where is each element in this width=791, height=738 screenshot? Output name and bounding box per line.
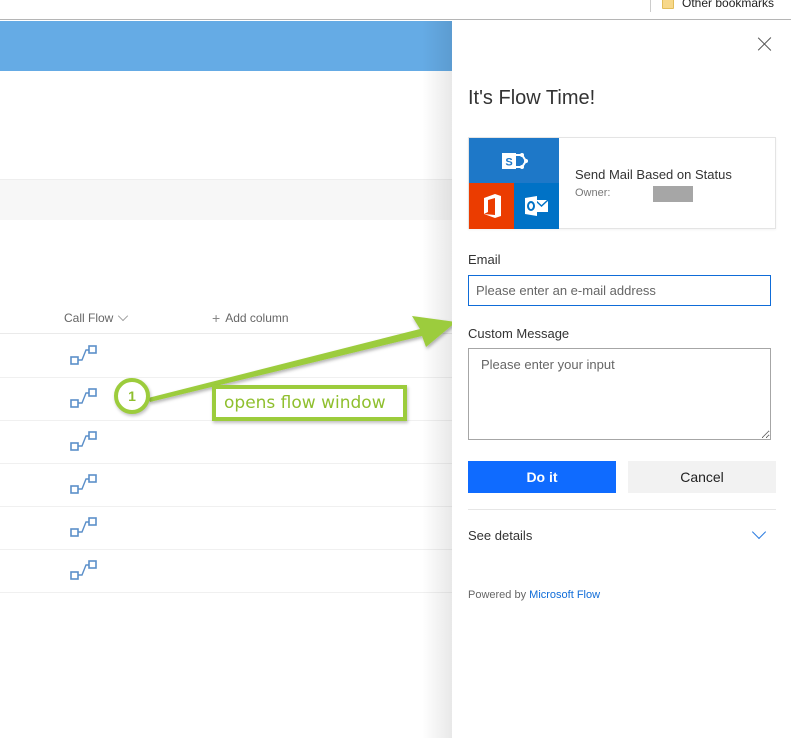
flow-panel: It's Flow Time! S Send Mail Based on Sta: [452, 21, 791, 738]
owner-value-redacted: [653, 186, 693, 202]
powered-by-prefix: Powered by: [468, 589, 527, 601]
owner-label: Owner:: [575, 187, 611, 199]
annotation-step-badge: 1: [114, 378, 150, 414]
email-input[interactable]: [468, 275, 771, 306]
email-label: Email: [468, 252, 501, 267]
flow-connector-icon[interactable]: [69, 558, 99, 582]
flow-name: Send Mail Based on Status: [575, 167, 732, 182]
sharepoint-icon: S: [469, 138, 559, 183]
bookmarks-bar: Other bookmarks: [0, 0, 791, 20]
suite-bar: [0, 21, 452, 71]
chevron-down-icon: [751, 524, 767, 540]
cancel-button[interactable]: Cancel: [628, 461, 776, 493]
plus-icon: +: [212, 310, 221, 326]
other-bookmarks-label: Other bookmarks: [682, 0, 775, 10]
office-icon: [469, 183, 514, 229]
flow-connector-icon[interactable]: [69, 515, 99, 539]
divider: [468, 509, 776, 510]
see-details-toggle[interactable]: See details: [468, 524, 768, 547]
list-row: [0, 507, 452, 550]
list-row: [0, 464, 452, 507]
list-row: [0, 550, 452, 593]
bookmarks-separator: [650, 0, 651, 12]
column-header-call-flow[interactable]: Call Flow: [64, 310, 129, 325]
microsoft-flow-link[interactable]: Microsoft Flow: [529, 589, 600, 601]
add-column-label: Add column: [225, 311, 289, 325]
column-header-label: Call Flow: [64, 311, 114, 325]
close-icon[interactable]: [756, 35, 774, 53]
flow-connector-icon[interactable]: [69, 343, 99, 367]
flow-connector-icon[interactable]: [69, 472, 99, 496]
svg-text:S: S: [505, 156, 512, 168]
folder-icon: [662, 0, 674, 9]
chevron-down-icon: [118, 310, 129, 321]
list-rows: [0, 335, 452, 593]
list-header: Call Flow + Add column: [0, 306, 452, 334]
panel-title: It's Flow Time!: [468, 87, 596, 109]
custom-message-input[interactable]: [468, 348, 771, 440]
add-column-button[interactable]: + Add column: [212, 311, 289, 325]
list-row: [0, 335, 452, 378]
command-bar: [0, 179, 452, 220]
list-row: [0, 421, 452, 464]
see-details-label: See details: [468, 528, 533, 543]
flow-connector-icon[interactable]: [69, 429, 99, 453]
powered-by: Powered by Microsoft Flow: [468, 589, 600, 601]
annotation-callout: opens flow window: [212, 385, 407, 421]
flow-connector-icon[interactable]: [69, 386, 99, 410]
sharepoint-list-page: Call Flow + Add column: [0, 21, 452, 738]
custom-message-label: Custom Message: [468, 326, 570, 341]
flow-card: S Send Mail Based on Status Owner:: [468, 137, 776, 229]
other-bookmarks-button[interactable]: Other bookmarks: [662, 0, 774, 10]
do-it-button[interactable]: Do it: [468, 461, 616, 493]
outlook-icon: [514, 183, 559, 229]
